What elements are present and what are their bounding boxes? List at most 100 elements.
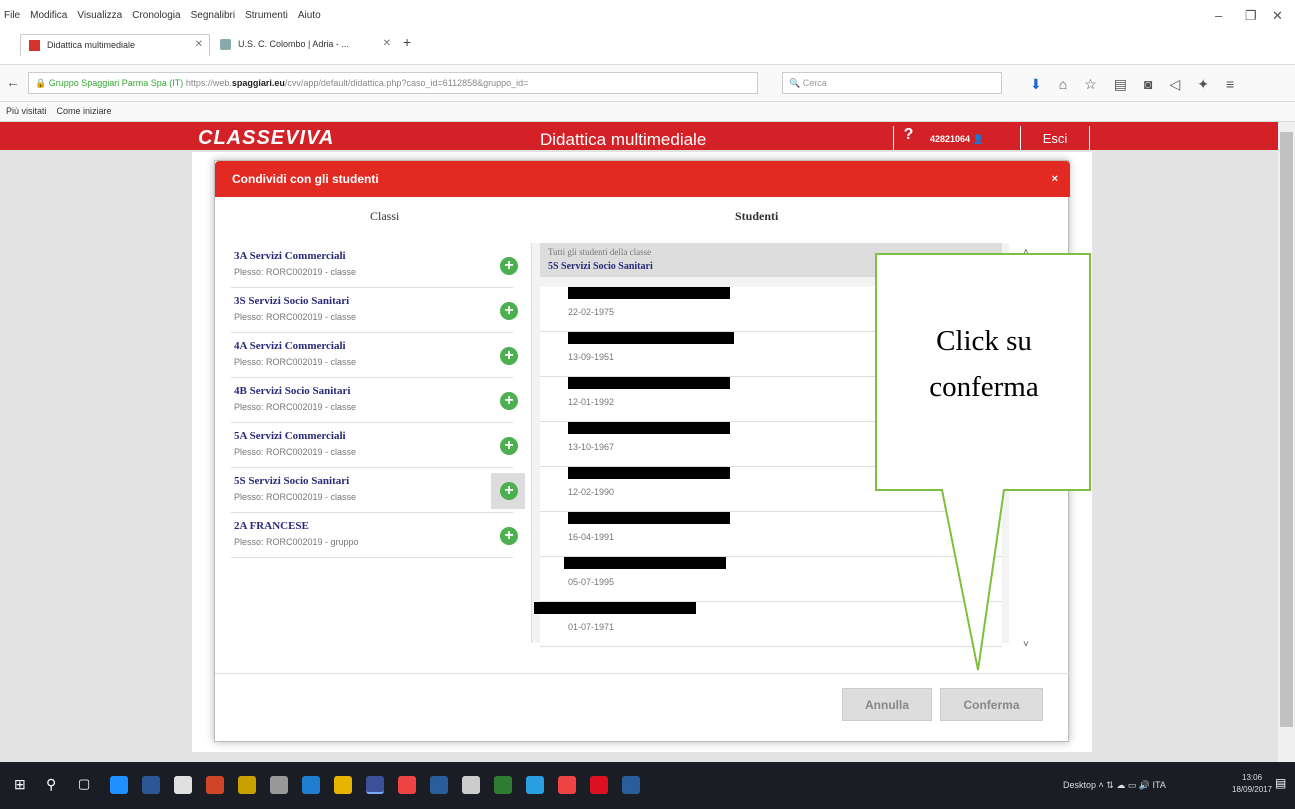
school-favicon-icon (220, 39, 231, 50)
classeviva-logo[interactable]: CLASSEVIVA (198, 127, 334, 150)
student-birthdate: 13-10-1967 (568, 442, 615, 452)
plus-icon: + (500, 437, 518, 455)
url-prefix: https://web. (185, 78, 232, 88)
callout-text: Click su conferma (876, 318, 1092, 410)
url-path: /cvv/app/default/didattica.php?caso_id=6… (284, 78, 529, 88)
site-identity: Gruppo Spaggiari Parma Spa (IT) (48, 78, 184, 88)
taskbar-app-icon[interactable] (526, 776, 544, 794)
bookmark-star-icon[interactable]: ☆ (1084, 76, 1097, 93)
menu-item[interactable]: Cronologia (132, 10, 180, 21)
tab-title: Didattica multimediale (47, 40, 136, 50)
hamburger-menu-icon[interactable]: ≡ (1226, 76, 1234, 93)
home-icon[interactable]: ⌂ (1059, 76, 1067, 93)
plus-icon: + (500, 347, 518, 365)
close-tab-icon[interactable]: ✕ (383, 38, 391, 49)
add-class-button[interactable]: + (491, 473, 525, 509)
add-class-button[interactable]: + (491, 518, 525, 554)
menu-item[interactable]: Visualizza (77, 10, 122, 21)
close-window-icon[interactable]: ✕ (1272, 8, 1283, 24)
user-id[interactable]: 42821064 👤 (930, 134, 984, 145)
menu-item[interactable]: Segnalibri (191, 10, 235, 21)
windows-start-icon[interactable]: ⊞ (14, 776, 26, 793)
class-subtitle: Plesso: RORC002019 - classe (234, 267, 357, 277)
add-class-button[interactable]: + (491, 383, 525, 419)
help-button[interactable]: ? (893, 126, 923, 150)
confirm-button[interactable]: Conferma (940, 688, 1043, 721)
word-icon[interactable] (622, 776, 640, 794)
extension-icon[interactable]: ✦ (1197, 76, 1209, 93)
plus-icon: + (500, 302, 518, 320)
notification-icon[interactable]: ▤ (1275, 776, 1286, 790)
add-class-button[interactable]: + (491, 248, 525, 284)
tab-strip: Didattica multimediale ✕ U.S. C. Colombo… (0, 30, 1295, 56)
taskbar-app-icon[interactable] (142, 776, 160, 794)
class-name: 2A FRANCESE (234, 520, 309, 532)
clock[interactable]: 13:06 18/09/2017 (1232, 772, 1272, 796)
search-input[interactable]: 🔍 Cerca (782, 72, 1002, 94)
class-subtitle: Plesso: RORC002019 - classe (234, 492, 357, 502)
tray-desktop-label[interactable]: Desktop ˄ ⇅ ☁ ▭ 🔊 ITA (1063, 780, 1166, 791)
close-tab-icon[interactable]: ✕ (195, 39, 203, 50)
page-scrollbar[interactable] (1278, 122, 1295, 762)
store-icon[interactable] (174, 776, 192, 794)
plus-icon: + (500, 257, 518, 275)
download-icon[interactable]: ⬇ (1030, 76, 1042, 93)
office-icon[interactable] (206, 776, 224, 794)
search-icon: 🔍 (789, 78, 801, 88)
mail-icon[interactable] (462, 776, 480, 794)
user-icon: 👤 (972, 134, 984, 144)
maximize-icon[interactable]: ❐ (1245, 8, 1257, 24)
task-view-icon[interactable]: ▢ (78, 776, 90, 792)
menu-item[interactable]: Strumenti (245, 10, 288, 21)
add-class-button[interactable]: + (491, 338, 525, 374)
student-birthdate: 22-02-1975 (568, 307, 615, 317)
logout-button[interactable]: Esci (1020, 126, 1090, 150)
plus-icon: + (500, 527, 518, 545)
library-icon[interactable]: ▤ (1114, 76, 1127, 93)
close-icon[interactable]: × (1052, 173, 1058, 185)
firefox-icon[interactable] (366, 776, 384, 794)
scrollbar-thumb[interactable] (1280, 132, 1293, 727)
callout-line-2: conferma (929, 371, 1039, 403)
send-icon[interactable]: ◁ (1169, 76, 1180, 93)
excel-icon[interactable] (494, 776, 512, 794)
cancel-button[interactable]: Annulla (842, 688, 932, 721)
modal-header: Condividi con gli studenti × (215, 161, 1070, 197)
chrome-icon[interactable] (558, 776, 576, 794)
chrome-icon[interactable] (398, 776, 416, 794)
bookmark-most-visited[interactable]: Più visitati (6, 106, 47, 116)
callout-line-1: Click su (936, 325, 1032, 357)
menu-item[interactable]: Aiuto (298, 10, 321, 21)
class-subtitle: Plesso: RORC002019 - classe (234, 357, 357, 367)
redacted-name (568, 467, 730, 479)
add-class-button[interactable]: + (491, 293, 525, 329)
class-list-item: 4A Servizi Commerciali Plesso: RORC002019… (231, 333, 518, 378)
url-bar[interactable]: 🔒 Gruppo Spaggiari Parma Spa (IT) https:… (28, 72, 758, 94)
menu-item[interactable]: File (4, 10, 20, 21)
new-tab-icon[interactable]: + (403, 34, 411, 50)
class-subtitle: Plesso: RORC002019 - classe (234, 312, 357, 322)
publisher-icon[interactable] (430, 776, 448, 794)
taskbar-app-icon[interactable] (302, 776, 320, 794)
taskbar-app-icon[interactable] (334, 776, 352, 794)
all-students-label: Tutti gli studenti della classe (548, 247, 652, 257)
add-class-button[interactable]: + (491, 428, 525, 464)
search-icon[interactable]: ⚲ (46, 776, 56, 793)
menu-item[interactable]: Modifica (30, 10, 67, 21)
calculator-icon[interactable] (270, 776, 288, 794)
pocket-icon[interactable]: ◙ (1144, 76, 1152, 93)
classes-list: 3A Servizi Commerciali Plesso: RORC002019… (231, 243, 525, 558)
back-icon[interactable]: ← (6, 74, 20, 90)
redacted-name (568, 377, 730, 389)
plus-icon: + (500, 482, 518, 500)
edge-icon[interactable] (110, 776, 128, 794)
plus-icon: + (500, 392, 518, 410)
tab-didattica[interactable]: Didattica multimediale ✕ (20, 34, 210, 56)
class-subtitle: Plesso: RORC002019 - gruppo (234, 537, 359, 547)
illustrator-icon[interactable] (238, 776, 256, 794)
tab-colombo[interactable]: U.S. C. Colombo | Adria - ... ✕ (212, 34, 397, 56)
minimize-icon[interactable]: – (1215, 8, 1222, 23)
language-indicator[interactable]: ITA (1153, 780, 1166, 790)
acrobat-icon[interactable] (590, 776, 608, 794)
bookmark-getting-started[interactable]: Come iniziare (57, 106, 112, 116)
